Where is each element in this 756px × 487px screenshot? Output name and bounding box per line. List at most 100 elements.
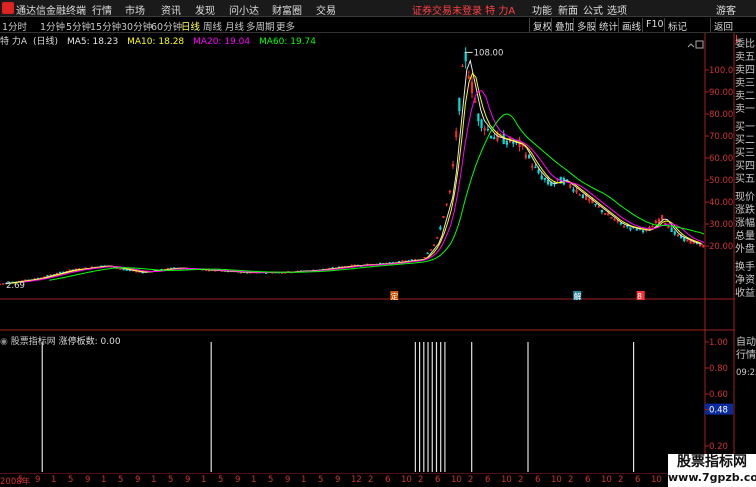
candle-body [439, 226, 442, 230]
side-label-sell2: 卖二 [735, 91, 755, 102]
side-label-sell5: 卖五 [735, 52, 755, 63]
x-axis-label: 5 [118, 475, 124, 485]
indicator-value: 涨停板数: 0.00 [58, 337, 121, 347]
side-label-sell1: 卖一 [735, 104, 755, 115]
x-axis-label: 6 [435, 475, 441, 485]
side-label-buy5: 买五 [735, 174, 755, 185]
x-axis-label: 5 [318, 475, 324, 485]
side-label-turnover: 换手 [735, 262, 755, 273]
side-label-volume: 总量 [735, 231, 755, 242]
side-label-auto[interactable]: 自动 [736, 336, 756, 349]
side-label-change: 涨跌 [735, 205, 755, 216]
x-axis-label: 2 [618, 475, 624, 485]
side-label-weibi: 委比 [735, 39, 755, 50]
x-axis-label: 10 [551, 475, 562, 485]
x-axis-label: 10 [401, 475, 412, 485]
x-axis-label: 1 [301, 475, 307, 485]
side-label-time: 09:25 [736, 368, 756, 378]
ma60-line [49, 113, 705, 281]
candle-body [502, 134, 505, 145]
candle-body [546, 179, 550, 185]
side-label-market[interactable]: 行情 [736, 349, 756, 362]
min-price-label: 2.69 [6, 281, 25, 291]
candle-body [635, 228, 638, 231]
candle-body [477, 113, 480, 122]
candle-body [489, 135, 493, 139]
price-tick-label: 80.00 [709, 110, 733, 120]
candle-body [125, 269, 128, 271]
x-axis-label: 2008年 [0, 477, 31, 487]
candle-body [594, 203, 597, 206]
x-axis-label: 1 [101, 475, 107, 485]
x-axis-label: 10 [601, 475, 612, 485]
x-axis-label: 9 [185, 475, 191, 485]
indicator-name[interactable]: 股票指标网 [11, 337, 56, 347]
price-tick-label: 40.00 [709, 198, 733, 208]
x-axis-label: 12 [351, 475, 362, 485]
x-axis-label: 9 [85, 475, 91, 485]
indicator-tick-label: 0.80 [709, 364, 728, 374]
candle-body [683, 237, 686, 241]
price-chart[interactable]: 100.0 90.00 80.00 70.00 60.00 50.00 40.00 30.00… [0, 0, 756, 487]
candle-body [493, 137, 496, 140]
candle-body [486, 128, 489, 131]
x-axis-label: 1 [251, 475, 257, 485]
x-axis-label: 10 [501, 475, 512, 485]
x-axis-label: 5 [68, 475, 74, 485]
x-axis: 2008年 5 9 1 5 9 1 5 9 1 5 9 1 5 9 1 5 9 1 5 9 12 2 6 10 2 6 10 2 6 10 2… [0, 474, 756, 487]
price-tick-label: 30.00 [709, 220, 733, 230]
candle-body [59, 271, 62, 274]
x-axis-label: 1 [51, 475, 57, 485]
candle-body [642, 230, 645, 233]
side-label-change-pct: 涨幅 [735, 218, 755, 229]
x-axis-label: 9 [285, 475, 291, 485]
candle-body [670, 227, 673, 232]
x-axis-label: 9 [35, 475, 41, 485]
candle-body [464, 52, 467, 62]
candle-body [572, 189, 575, 192]
candle-body [46, 275, 49, 277]
x-axis-label: 10 [651, 475, 662, 485]
candle-body [673, 231, 676, 235]
side-label-earnings: 收益 [735, 288, 755, 299]
indicator-tick-label: 0.20 [709, 442, 728, 452]
x-axis-label: 6 [535, 475, 541, 485]
candle-body [265, 272, 268, 274]
indicator-menu-icon[interactable]: ◉ [0, 337, 8, 347]
x-axis-label: 6 [485, 475, 491, 485]
candle-body [128, 269, 131, 272]
side-label-buy3: 买三 [735, 148, 755, 159]
candle-body [505, 140, 508, 145]
watermark-title: 股票指标网 [677, 454, 747, 470]
candle-body [0, 283, 2, 286]
ma20-line [21, 90, 705, 284]
side-label-buy2: 买二 [735, 135, 755, 146]
candle-body [458, 97, 461, 112]
x-axis-label: 6 [635, 475, 641, 485]
watermark: 股票指标网 www.7gpzb.com [668, 454, 756, 487]
ma10-line [11, 72, 702, 284]
event-marker-label: 8 [637, 292, 642, 301]
price-tick-label: 100.0 [709, 66, 733, 76]
candle-body [426, 252, 429, 255]
price-tick-label: 70.00 [709, 132, 733, 142]
x-axis-label: 10 [451, 475, 462, 485]
x-axis-label: 2 [518, 475, 524, 485]
x-axis-label: 2 [418, 475, 424, 485]
x-axis-label: 9 [135, 475, 141, 485]
x-axis-label: 1 [151, 475, 157, 485]
x-axis-label: 9 [235, 475, 241, 485]
candle-body [527, 155, 531, 159]
collapse-icon [687, 43, 695, 48]
x-axis-label: 5 [168, 475, 174, 485]
indicator-header: ◉ 股票指标网 涨停板数: 0.00 [0, 334, 121, 347]
candle-body [122, 268, 125, 271]
candle-body [581, 194, 585, 199]
maximize-icon [695, 40, 704, 49]
indicator-tick-label: 1.00 [709, 338, 728, 348]
side-label-buy1: 买一 [735, 122, 755, 133]
x-axis-label: 2 [368, 475, 374, 485]
candle-body [207, 269, 211, 272]
quote-side-panel: L 委比 卖五 卖四 卖三 卖二 卖一 买一 买二 买三 买四 买五 现价 涨跌… [735, 33, 756, 323]
x-axis-label: 9 [335, 475, 341, 485]
